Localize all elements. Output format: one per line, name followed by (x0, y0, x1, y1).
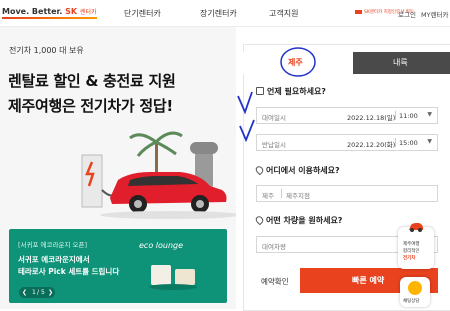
nav-customer-support[interactable]: 고객지원 (269, 8, 298, 19)
pager-current: 1 (32, 289, 36, 296)
floating-chat-widget[interactable]: 채팅상담 (400, 277, 430, 307)
pager-separator: / (37, 289, 40, 296)
coffee-cups-illustration (149, 265, 197, 290)
pager-prev-icon[interactable]: ❮ (22, 289, 27, 296)
location-pin-icon (254, 214, 265, 226)
field-divider (395, 138, 396, 147)
fast-reservation-label: 빠른 예약 (352, 276, 385, 285)
question-when: 언제 필요하세요? (256, 86, 326, 97)
pickup-label: 대여일시 (262, 114, 286, 122)
ev-illustration (81, 131, 236, 219)
car-type-label: 대여차량 (262, 243, 286, 251)
question-car: 어떤 차량을 원하세요? (254, 214, 343, 226)
field-divider (281, 189, 282, 198)
tab-inland-label: 내륙 (393, 58, 408, 67)
float-card-car-icon (409, 223, 423, 232)
float-card-line-3: 전기차 (403, 256, 416, 261)
promo-line-1: 서귀포 에코라운지에서 (18, 255, 90, 264)
sk-rentacar-logo[interactable]: Move. Better. SK 렌터카 (2, 7, 97, 16)
pager-total: 5 (41, 289, 45, 296)
tab-jeju-label: 제주 (288, 58, 303, 67)
location-region: 제주 (262, 192, 274, 200)
location-field[interactable]: 제주 제주지점 (256, 185, 438, 202)
login-link[interactable]: 로그인 (398, 9, 416, 19)
nav-long-term[interactable]: 장기렌터카 (200, 8, 237, 19)
brand-sk: SK (65, 7, 78, 16)
promo-pager[interactable]: ❮ 1 / 5 ❯ (19, 287, 55, 298)
hero-subtitle: 전기차 1,000 대 보유 (9, 46, 84, 55)
pickup-time: 11:00 (399, 112, 418, 120)
my-rentacar-link[interactable]: MY렌터카 (421, 9, 449, 19)
nav-short-term[interactable]: 단기렌터카 (124, 8, 161, 19)
float-card-line-2: 합리적인 (403, 249, 420, 254)
brand-rental: 렌터카 (79, 9, 97, 16)
certification-icon (355, 9, 362, 14)
brand-gradient-bar (2, 17, 97, 19)
brand-slogan: Move. Better. (2, 7, 63, 16)
promo-tag: [서귀포 에코라운지 오픈] (18, 241, 88, 249)
question-when-label: 언제 필요하세요? (267, 87, 326, 96)
return-datetime-field[interactable]: 반납일시 2022.12.20(화) 15:00 ▼ (256, 134, 438, 151)
tab-jeju[interactable]: 제주 (243, 52, 354, 74)
chat-icon (408, 281, 422, 295)
float-card-line-1: 제주여행 (403, 242, 420, 247)
hero-headline-2: 제주여행은 전기차가 정답! (8, 97, 173, 115)
return-time: 15:00 (399, 139, 418, 147)
question-where-label: 어디에서 이용하세요? (266, 166, 340, 175)
tab-inland[interactable]: 내륙 (353, 52, 450, 74)
chat-label: 채팅상담 (403, 299, 420, 304)
return-date: 2022.12.20(화) (347, 141, 396, 149)
return-label: 반납일시 (262, 141, 286, 149)
question-car-label: 어떤 차량을 원하세요? (266, 216, 343, 225)
pager-next-icon[interactable]: ❯ (48, 289, 53, 296)
location-pin-icon (254, 164, 265, 176)
location-branch: 제주지점 (286, 192, 310, 200)
chevron-down-icon: ▼ (427, 138, 432, 145)
eco-lounge-logo: eco lounge (139, 241, 184, 250)
floating-ev-promo-card[interactable]: 제주여행 합리적인 전기차 (398, 223, 434, 269)
calendar-icon (256, 87, 264, 95)
reservation-check-label: 예약확인 (261, 277, 289, 286)
pickup-datetime-field[interactable]: 대여일시 2022.12.18(일) 11:00 ▼ (256, 107, 438, 124)
pickup-date: 2022.12.18(일) (347, 114, 396, 122)
promo-banner[interactable]: [서귀포 에코라운지 오픈] 서귀포 에코라운지에서 테라로사 Pick 세트를… (9, 229, 227, 303)
top-navigation-bar: Move. Better. SK 렌터카 단기렌터카 장기렌터카 고객지원 SK… (0, 0, 450, 27)
field-divider (395, 111, 396, 120)
reservation-check-button[interactable]: 예약확인 (256, 271, 296, 293)
hero-headline-1: 렌탈료 할인 & 충전료 지원 (8, 72, 176, 90)
promo-line-2: 테라로사 Pick 세트를 드립니다 (18, 267, 120, 276)
question-where: 어디에서 이용하세요? (254, 164, 340, 176)
chevron-down-icon: ▼ (427, 111, 432, 118)
